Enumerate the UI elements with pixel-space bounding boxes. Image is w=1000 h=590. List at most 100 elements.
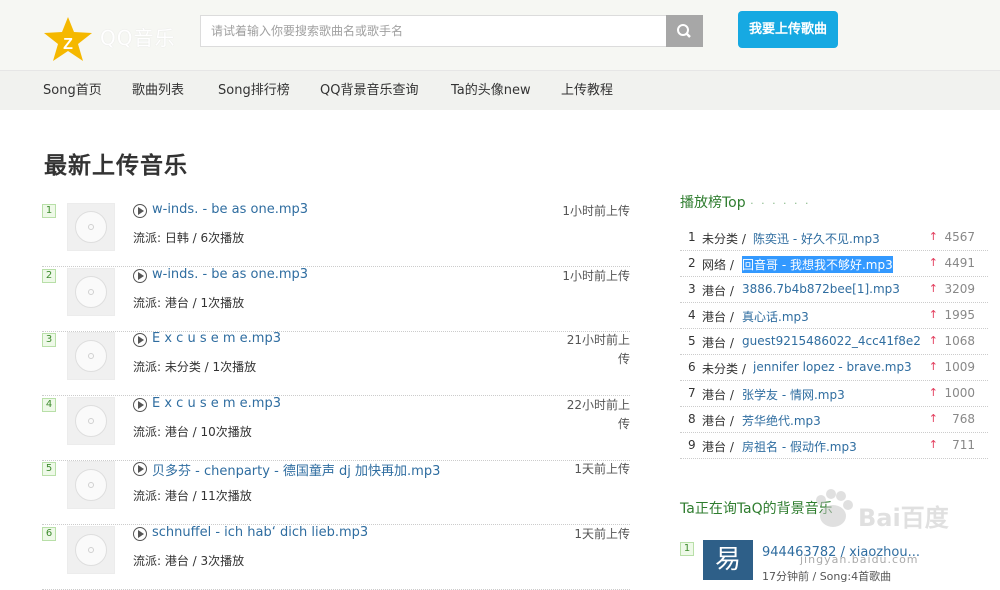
top-song-link[interactable]: 3886.7b4b872bee[1].mp3 xyxy=(742,282,900,296)
album-cover[interactable] xyxy=(67,203,115,251)
top-category-label: 未分类 xyxy=(702,232,739,246)
top-rank-number: 9 xyxy=(688,438,696,452)
song-title-link[interactable]: E x c u s e m e.mp3 xyxy=(152,331,281,346)
upload-time: 22小时前上传 xyxy=(566,397,630,431)
top-category-label: 未分类 xyxy=(702,362,739,376)
top-chart-title: 播放榜Top · · · · · · xyxy=(680,192,811,212)
album-cover[interactable] xyxy=(67,396,115,445)
play-icon[interactable] xyxy=(133,526,147,541)
watermark-url: jingyan.baidu.com xyxy=(800,553,919,566)
album-cover[interactable] xyxy=(67,267,115,316)
top-song-link[interactable]: guest9215486022_4cc41f8e2... xyxy=(742,334,922,348)
upload-song-button[interactable]: 我要上传歌曲 xyxy=(738,11,838,48)
song-title-link[interactable]: 贝多芬 - chenparty - 德国童声 dj 加快再加.mp3 xyxy=(152,460,440,479)
arrow-up-icon: ↑ xyxy=(928,256,938,269)
song-title-link[interactable]: w-inds. - be as one.mp3 xyxy=(152,267,308,282)
avatar[interactable]: 易 xyxy=(703,540,753,580)
play-count: 1068 xyxy=(944,334,975,348)
search-icon xyxy=(677,24,691,38)
arrow-up-icon: ↑ xyxy=(928,360,938,373)
top-song-link[interactable]: 房祖名 - 假动作.mp3 xyxy=(742,438,857,455)
disc-hole xyxy=(88,546,94,553)
page-title: 最新上传音乐 xyxy=(44,153,188,179)
song-row: 5 贝多芬 - chenparty - 德国童声 dj 加快再加.mp3 流派:… xyxy=(42,460,630,525)
header: Z QQ音乐 我要上传歌曲 xyxy=(0,0,1000,70)
rank-badge: 6 xyxy=(42,526,56,541)
top-chart-title-text[interactable]: 播放榜Top xyxy=(680,195,746,211)
search-box[interactable] xyxy=(200,15,667,47)
disc-hole xyxy=(88,288,94,295)
disc-hole xyxy=(88,353,94,359)
top-song-link[interactable]: 陈奕迅 - 好久不见.mp3 xyxy=(753,230,880,247)
watermark-text: Bai百度 经验 xyxy=(858,504,953,532)
song-meta: 流派: 港台 / 10次播放 xyxy=(133,424,252,439)
song-meta: 流派: 港台 / 11次播放 xyxy=(133,489,252,503)
play-count: 1009 xyxy=(944,360,975,374)
top-rank-number: 1 xyxy=(688,230,696,244)
nav-song-chart[interactable]: Song排行榜 xyxy=(218,71,290,111)
logo-star-icon[interactable]: Z xyxy=(42,16,94,62)
search-input[interactable] xyxy=(201,16,667,46)
arrow-up-icon: ↑ xyxy=(928,308,938,321)
top-song-link[interactable]: 真心话.mp3 xyxy=(742,308,809,325)
play-icon[interactable] xyxy=(133,333,147,347)
disc-hole xyxy=(88,482,94,488)
top-song-link[interactable]: 张学友 - 情网.mp3 xyxy=(742,386,845,403)
nav-ta-avatar[interactable]: Ta的头像new xyxy=(451,71,531,111)
album-cover[interactable] xyxy=(67,461,115,509)
nav-song-list[interactable]: 歌曲列表 xyxy=(132,71,184,111)
arrow-up-icon: ↑ xyxy=(928,438,938,451)
top-rank-number: 7 xyxy=(688,386,696,400)
play-icon[interactable] xyxy=(133,268,147,283)
play-count: 4567 xyxy=(944,230,975,244)
top-category-label: 港台 xyxy=(702,388,727,402)
album-cover[interactable] xyxy=(67,525,115,574)
query-user-meta: 17分钟前 / Song:4首歌曲 xyxy=(762,570,892,583)
arrow-up-icon: ↑ xyxy=(928,334,938,347)
rank-badge: 2 xyxy=(42,268,56,283)
top-song-link[interactable]: 回音哥 - 我想我不够好.mp3 xyxy=(742,256,893,273)
nav-bgm-query[interactable]: QQ背景音乐查询 xyxy=(320,71,418,111)
nav-song-home[interactable]: Song首页 xyxy=(43,71,102,111)
disc-icon xyxy=(75,340,107,372)
arrow-up-icon: ↑ xyxy=(928,412,938,425)
top-category-label: 港台 xyxy=(702,440,727,454)
top-song-link[interactable]: 芳华绝代.mp3 xyxy=(742,412,821,429)
song-title-link[interactable]: E x c u s e m e.mp3 xyxy=(152,396,281,411)
song-title-link[interactable]: w-inds. - be as one.mp3 xyxy=(152,202,308,217)
rank-badge: 1 xyxy=(680,542,694,556)
disc-icon xyxy=(75,211,107,243)
top-chart-row: 3 港台 / 3886.7b4b872bee[1].mp3 ↑ 3209 xyxy=(680,277,988,303)
play-count: 768 xyxy=(952,412,975,426)
top-chart-row: 6 未分类 / jennifer lopez - brave.mp3 ↑ 100… xyxy=(680,355,988,381)
play-icon[interactable] xyxy=(133,462,147,476)
play-icon[interactable] xyxy=(133,397,147,412)
search-button[interactable] xyxy=(666,15,703,47)
song-row: 4 E x c u s e m e.mp3 流派: 港台 / 10次播放 22小… xyxy=(42,396,630,461)
nav-upload-tutorial[interactable]: 上传教程 xyxy=(561,71,613,111)
top-rank-number: 2 xyxy=(688,256,696,270)
top-chart-row: 7 港台 / 张学友 - 情网.mp3 ↑ 1000 xyxy=(680,381,988,407)
top-category: 港台 / xyxy=(702,440,734,454)
arrow-up-icon: ↑ xyxy=(928,386,938,399)
top-category: 网络 / xyxy=(702,258,734,272)
top-chart-dots: · · · · · · xyxy=(750,197,811,210)
song-row: 2 w-inds. - be as one.mp3 流派: 港台 / 1次播放 … xyxy=(42,267,630,332)
disc-icon xyxy=(75,404,107,437)
top-rank-number: 6 xyxy=(688,360,696,374)
top-category: 港台 / xyxy=(702,284,734,298)
album-cover[interactable] xyxy=(67,332,115,380)
play-icon[interactable] xyxy=(133,204,147,218)
top-rank-number: 3 xyxy=(688,282,696,296)
disc-hole xyxy=(88,417,94,424)
top-category-label: 港台 xyxy=(702,310,727,324)
top-song-link[interactable]: jennifer lopez - brave.mp3 xyxy=(753,360,912,374)
upload-time: 1小时前上传 xyxy=(562,204,630,218)
svg-text:Z: Z xyxy=(63,36,73,53)
logo-text[interactable]: QQ音乐 xyxy=(100,22,175,51)
rank-badge: 5 xyxy=(42,462,56,476)
song-meta: 流派: 未分类 / 1次播放 xyxy=(133,360,257,374)
upload-time: 1小时前上传 xyxy=(562,268,630,283)
song-title-link[interactable]: schnuffel - ich hab‘ dich lieb.mp3 xyxy=(152,525,368,540)
top-rank-number: 8 xyxy=(688,412,696,426)
